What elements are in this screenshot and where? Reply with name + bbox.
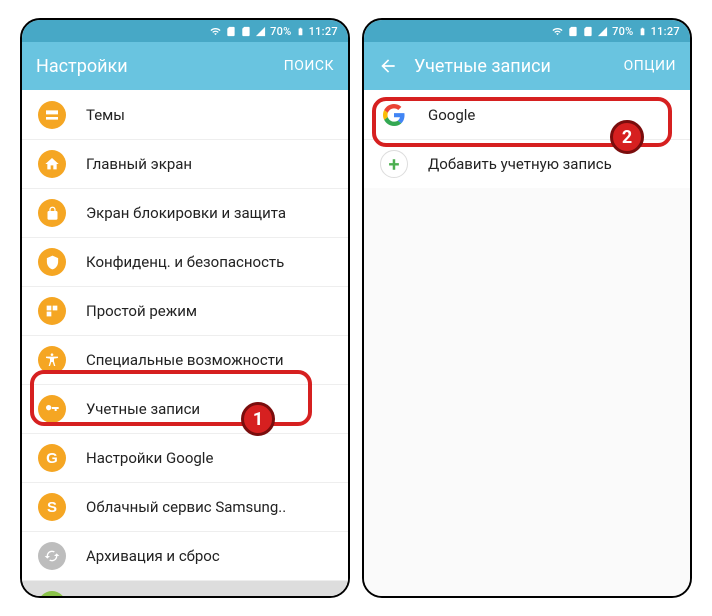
item-label: Google <box>428 106 475 124</box>
accounts-list: Google + Добавить учетную запись <box>364 90 690 596</box>
item-label: Архивация и сброс <box>86 547 220 565</box>
item-label: Облачный сервис Samsung.. <box>86 498 286 516</box>
arrow-back-icon <box>378 56 398 76</box>
signal-icon <box>597 26 608 37</box>
battery-text: 70% <box>270 25 292 38</box>
battery-text: 70% <box>612 25 634 38</box>
account-item-google[interactable]: Google <box>364 90 690 139</box>
options-action[interactable]: ОПЦИИ <box>624 58 676 74</box>
battery-icon <box>638 25 647 38</box>
item-label: Темы <box>86 106 125 124</box>
lock-icon <box>38 199 66 227</box>
item-label: Экран блокировки и защита <box>86 204 286 222</box>
settings-item-lockscreen[interactable]: Экран блокировки и защита <box>22 188 348 237</box>
home-icon <box>38 150 66 178</box>
phone-right: 70% 11:27 Учетные записи ОПЦИИ Google + … <box>362 18 692 598</box>
sim2-icon <box>240 26 251 37</box>
settings-item-accessibility[interactable]: Специальные возможности <box>22 335 348 384</box>
settings-list: Темы Главный экран Экран блокировки и за… <box>22 90 348 596</box>
settings-item-accounts[interactable]: Учетные записи <box>22 384 348 433</box>
signal-icon <box>255 26 266 37</box>
sim2-icon <box>582 26 593 37</box>
google-logo-icon <box>380 101 408 129</box>
key-icon <box>38 395 66 423</box>
google-g-icon: G <box>38 444 66 472</box>
sim1-icon <box>567 26 578 37</box>
easy-icon <box>38 297 66 325</box>
item-label: Добавить учетную запись <box>428 155 612 173</box>
settings-item-themes[interactable]: Темы <box>22 90 348 139</box>
language-icon: A <box>38 591 66 596</box>
theme-icon <box>38 101 66 129</box>
settings-item-language[interactable]: A Язык и ввод <box>22 580 348 596</box>
settings-item-home[interactable]: Главный экран <box>22 139 348 188</box>
samsung-s-icon: S <box>38 493 66 521</box>
settings-item-samsung-cloud[interactable]: S Облачный сервис Samsung.. <box>22 482 348 531</box>
battery-icon <box>296 25 305 38</box>
accessibility-icon <box>38 346 66 374</box>
app-bar: Учетные записи ОПЦИИ <box>364 42 690 90</box>
app-bar: Настройки ПОИСК <box>22 42 348 90</box>
clock-text: 11:27 <box>309 25 338 38</box>
clock-text: 11:27 <box>651 25 680 38</box>
settings-item-backup[interactable]: Архивация и сброс <box>22 531 348 580</box>
account-item-add[interactable]: + Добавить учетную запись <box>364 139 690 188</box>
search-action[interactable]: ПОИСК <box>284 58 334 74</box>
plus-icon: + <box>380 150 408 178</box>
back-button[interactable] <box>378 56 398 76</box>
settings-item-easymode[interactable]: Простой режим <box>22 286 348 335</box>
item-label: Учетные записи <box>86 400 200 418</box>
status-bar: 70% 11:27 <box>364 20 690 42</box>
backup-icon <box>38 542 66 570</box>
phone-left: 70% 11:27 Настройки ПОИСК Темы Главный э… <box>20 18 350 598</box>
wifi-icon <box>552 26 563 37</box>
item-label: Специальные возможности <box>86 351 284 369</box>
settings-item-privacy[interactable]: Конфиденц. и безопасность <box>22 237 348 286</box>
item-label: Конфиденц. и безопасность <box>86 253 284 271</box>
sim1-icon <box>225 26 236 37</box>
item-label: Настройки Google <box>86 449 213 467</box>
shield-icon <box>38 248 66 276</box>
status-bar: 70% 11:27 <box>22 20 348 42</box>
page-title: Учетные записи <box>414 56 608 77</box>
item-label: Главный экран <box>86 155 192 173</box>
item-label: Простой режим <box>86 302 197 320</box>
wifi-icon <box>210 26 221 37</box>
settings-item-google[interactable]: G Настройки Google <box>22 433 348 482</box>
page-title: Настройки <box>36 56 268 77</box>
